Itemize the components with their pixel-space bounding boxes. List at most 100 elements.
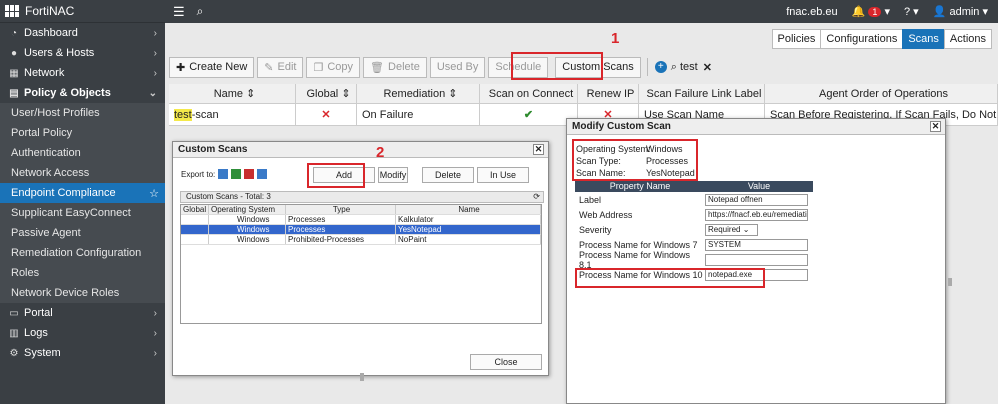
user-icon: 👤 [932, 6, 947, 18]
name-rest: -scan [191, 108, 219, 121]
user-menu[interactable]: 👤 admin ▾ [933, 5, 988, 18]
sidebar-item-system[interactable]: ⚙ System › [0, 343, 165, 363]
sidebar-item-label: Roles [11, 267, 40, 279]
sidebar-item-dashboard[interactable]: ◔ Dashboard › [0, 23, 165, 43]
table-row[interactable]: Windows Prohibited-Processes NoPaint [181, 235, 541, 245]
prop-key: Process Name for Windows 8.1 [579, 249, 691, 270]
web-address-input[interactable]: https://fnacf.eb.eu/remediati [705, 208, 808, 221]
tab-policies[interactable]: Policies [771, 29, 822, 49]
scan-rows: Windows Processes Kalkulator Windows Process… [181, 215, 541, 245]
export-label: Export to: [181, 169, 216, 179]
cell-os: Windows [209, 235, 286, 244]
toolbar: ✚ Create New ✎ Edit ❐ Copy 🗑 Delete Used By … [169, 56, 712, 78]
prop-key: Label [579, 194, 602, 205]
filter-value[interactable]: test [680, 61, 698, 73]
sidebar-item-user-host-profiles[interactable]: User/Host Profiles [0, 103, 165, 123]
sidebar-item-authentication[interactable]: Authentication [0, 143, 165, 163]
col-header-remediation[interactable]: Remediation ⇕ [357, 84, 480, 103]
cell-name: Kalkulator [396, 215, 541, 224]
sidebar-item-network-access[interactable]: Network Access [0, 163, 165, 183]
col-header-scan-on-connect[interactable]: Scan on Connect [480, 84, 578, 103]
delete-label: Delete [388, 61, 420, 73]
clear-filter-icon[interactable]: ✕ [703, 61, 712, 74]
severity-value: Required [708, 224, 741, 234]
close-button[interactable]: Close [470, 354, 542, 370]
severity-select[interactable]: Required ⌄ [705, 223, 758, 236]
favorite-star-icon[interactable]: ☆ [149, 187, 159, 200]
portal-icon: ▭ [9, 307, 19, 319]
cell-type: Processes [286, 225, 396, 234]
export-rtf-icon[interactable] [257, 169, 268, 179]
add-filter-icon[interactable]: + [654, 61, 667, 73]
col-header-global[interactable]: Global ⇕ [296, 84, 357, 103]
sidebar-item-network-device-roles[interactable]: Network Device Roles [0, 283, 165, 303]
sidebar-item-logs[interactable]: ▥ Logs › [0, 323, 165, 343]
dialog-title-bar[interactable]: Modify Custom Scan ✕ [567, 119, 945, 135]
sidebar-item-passive-agent[interactable]: Passive Agent [0, 223, 165, 243]
cell-name: NoPaint [396, 235, 541, 244]
sidebar-item-roles[interactable]: Roles [0, 263, 165, 283]
help-icon: ? [903, 6, 911, 18]
label-input[interactable]: Notepad offnen [705, 193, 808, 206]
chevron-down-icon: ⌄ [148, 87, 157, 99]
table-header: Name ⇕ Global ⇕ Remediation ⇕ Scan on Co… [169, 84, 998, 104]
chevron-right-icon: › [153, 67, 157, 79]
hamburger-menu-icon[interactable]: ☰ [173, 4, 185, 20]
property-row-web-address: Web Address https://fnacf.eb.eu/remediati [575, 207, 813, 222]
close-icon[interactable]: ✕ [533, 144, 544, 155]
copy-button[interactable]: ❐ Copy [306, 56, 361, 78]
help-button[interactable]: ? ▾ [904, 5, 919, 18]
sidebar-item-label: Remediation Configuration [11, 247, 142, 259]
cell-global [181, 225, 209, 234]
sidebar-item-endpoint-compliance[interactable]: Endpoint Compliance ☆ [0, 183, 165, 203]
create-new-button[interactable]: ✚ Create New [169, 56, 255, 78]
chevron-right-icon: › [153, 327, 157, 339]
search-icon: ⌕ [670, 60, 677, 73]
col-property-name: Property Name [609, 181, 671, 191]
dialog-title-bar[interactable]: Custom Scans ✕ [173, 142, 548, 158]
delete-scan-button[interactable]: Delete [422, 167, 474, 183]
delete-button[interactable]: 🗑 Delete [363, 56, 427, 78]
used-by-button[interactable]: Used By [429, 56, 486, 78]
sidebar-item-remediation-configuration[interactable]: Remediation Configuration [0, 243, 165, 263]
export-pdf-icon[interactable] [244, 169, 255, 179]
sidebar-item-policy-objects[interactable]: ▤ Policy & Objects ⌄ [0, 83, 165, 103]
table-row[interactable]: Windows Processes Kalkulator [181, 215, 541, 225]
cell-name: YesNotepad [396, 225, 541, 234]
notifications-button[interactable]: 🔔 1 ▾ [852, 5, 890, 18]
sidebar-item-portal-policy[interactable]: Portal Policy [0, 123, 165, 143]
export-csv-icon[interactable] [218, 169, 229, 179]
view-tabs: Policies Configurations Scans Actions [771, 29, 992, 49]
sidebar-item-supplicant-easyconnect[interactable]: Supplicant EasyConnect [0, 203, 165, 223]
tab-actions[interactable]: Actions [943, 29, 992, 49]
cell-type: Prohibited-Processes [286, 235, 396, 244]
export-excel-icon[interactable] [231, 169, 242, 179]
property-table: Property Name Value Label Notepad offnen … [575, 181, 813, 282]
table-row[interactable]: Windows Processes YesNotepad [181, 225, 541, 235]
cell-name: test -scan [169, 104, 296, 125]
scrollbar-thumb[interactable] [948, 278, 952, 286]
tab-scans[interactable]: Scans [902, 29, 945, 49]
sidebar-item-label: Dashboard [24, 27, 78, 39]
col-header-agent-order[interactable]: Agent Order of Operations [765, 84, 998, 103]
gear-icon: ⚙ [9, 347, 19, 359]
sidebar-item-label: System [24, 347, 61, 359]
tab-configurations[interactable]: Configurations [820, 29, 904, 49]
in-use-button[interactable]: In Use [477, 167, 529, 183]
sidebar-item-network[interactable]: ▦ Network › [0, 63, 165, 83]
search-icon[interactable]: ⌕ [197, 4, 204, 19]
close-icon[interactable]: ✕ [930, 121, 941, 132]
modify-button[interactable]: Modify [378, 167, 408, 183]
col-header-link-label[interactable]: Scan Failure Link Label [639, 84, 765, 103]
win81-process-input[interactable] [705, 253, 808, 266]
sidebar-item-label: User/Host Profiles [11, 107, 100, 119]
refresh-icon[interactable]: ⟳ [533, 192, 540, 202]
col-header-renew-ip[interactable]: Renew IP [578, 84, 639, 103]
resize-handle[interactable] [360, 373, 364, 381]
win7-process-input[interactable]: SYSTEM [705, 238, 808, 251]
sidebar-item-portal[interactable]: ▭ Portal › [0, 303, 165, 323]
col-header-name[interactable]: Name ⇕ [169, 84, 296, 103]
sidebar-item-users-hosts[interactable]: ● Users & Hosts › [0, 43, 165, 63]
policy-icon: ▤ [9, 87, 19, 99]
edit-button[interactable]: ✎ Edit [257, 56, 304, 78]
